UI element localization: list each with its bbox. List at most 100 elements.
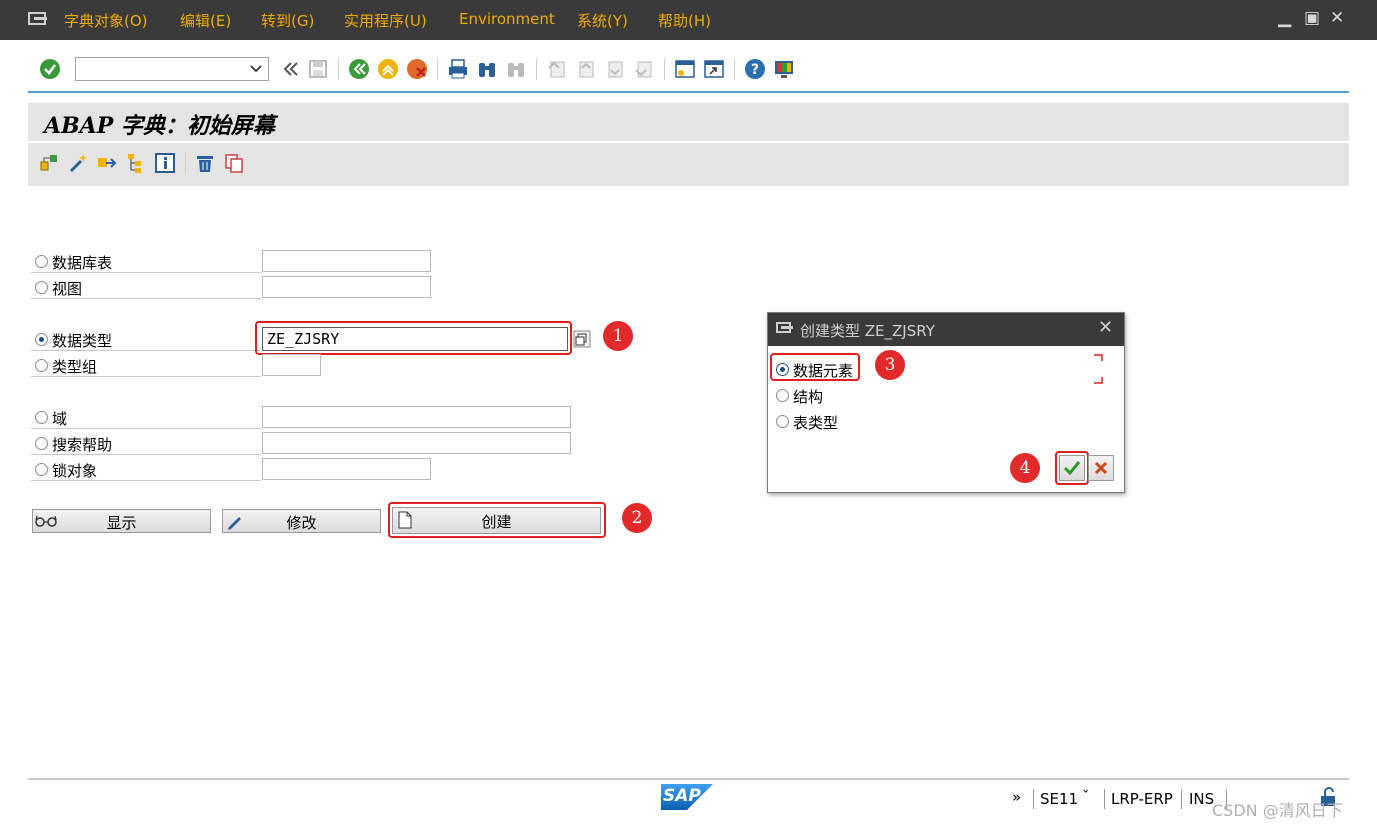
label-database-table: 数据库表 — [52, 254, 113, 272]
button-label: 显示 — [106, 514, 137, 532]
annotation-badge-2: 2 — [622, 503, 652, 533]
menu-help[interactable]: 帮助(H) — [658, 10, 711, 31]
cancel-dialog-button[interactable] — [1088, 455, 1114, 481]
status-divider — [28, 778, 1349, 780]
radio-lock-object[interactable] — [35, 463, 48, 476]
maximize-icon[interactable]: ▣ — [1304, 8, 1320, 28]
menu-edit[interactable]: 编辑(E) — [180, 10, 231, 31]
transaction-code: SE11 — [1040, 790, 1079, 808]
button-label: 修改 — [286, 514, 317, 532]
wizard-icon[interactable] — [67, 152, 89, 174]
toolbar-separator — [536, 58, 537, 80]
radio-type-group[interactable] — [35, 359, 48, 372]
delete-icon[interactable] — [194, 152, 216, 174]
value-help-icon[interactable] — [573, 330, 591, 348]
row-underline — [31, 272, 261, 273]
menu-dictionary-objects[interactable]: 字典对象(O) — [64, 10, 148, 31]
radio-structure[interactable] — [776, 389, 789, 402]
label-search-help: 搜索帮助 — [52, 436, 113, 454]
prev-page-icon[interactable] — [575, 58, 597, 80]
back-icon[interactable] — [348, 58, 370, 80]
close-icon — [1094, 461, 1108, 475]
label-table-type: 表类型 — [793, 414, 839, 432]
toolbar-separator — [185, 152, 186, 174]
radio-table-type[interactable] — [776, 415, 789, 428]
label-type-group: 类型组 — [52, 358, 98, 376]
watermark: CSDN @清风日下 — [1212, 801, 1343, 820]
command-field[interactable] — [75, 57, 269, 81]
label-domain: 域 — [52, 410, 68, 428]
svg-text:?: ? — [751, 62, 759, 78]
first-page-icon[interactable] — [546, 58, 568, 80]
sap-logo: SAP — [661, 784, 713, 810]
radio-view[interactable] — [35, 281, 48, 294]
enter-icon[interactable] — [39, 58, 61, 80]
change-button[interactable]: 修改 — [222, 509, 381, 533]
toolbar-separator — [338, 58, 339, 80]
system-menu-icon[interactable] — [28, 11, 48, 27]
menu-system[interactable]: 系统(Y) — [577, 10, 628, 31]
domain-input[interactable] — [262, 406, 571, 428]
menu-goto[interactable]: 转到(G) — [261, 10, 314, 31]
radio-domain[interactable] — [35, 411, 48, 424]
type-group-input[interactable] — [262, 354, 321, 376]
other-object-icon[interactable] — [38, 152, 60, 174]
shortcut-icon[interactable] — [703, 58, 725, 80]
help-icon[interactable]: ? — [744, 58, 766, 80]
menu-utilities[interactable]: 实用程序(U) — [344, 10, 427, 31]
menu-environment[interactable]: Environment — [459, 10, 555, 28]
chevron-down-icon[interactable] — [250, 65, 262, 73]
toolbar-separator — [734, 58, 735, 80]
label-data-type: 数据类型 — [52, 332, 113, 350]
dialog-close-icon[interactable]: ✕ — [1098, 317, 1113, 338]
save-icon[interactable] — [307, 58, 329, 80]
chevron-down-icon[interactable]: ˇ — [1082, 788, 1090, 806]
minimize-icon[interactable]: ▁ — [1278, 8, 1291, 28]
row-underline — [31, 298, 261, 299]
menu-bar: 字典对象(O) 编辑(E) 转到(G) 实用程序(U) Environment … — [0, 0, 1377, 40]
view-input[interactable] — [262, 276, 431, 298]
copy-icon[interactable] — [223, 152, 245, 174]
status-separator — [1033, 789, 1034, 809]
radio-database-table[interactable] — [35, 255, 48, 268]
row-underline — [31, 480, 261, 481]
frame-bracket — [1094, 354, 1103, 384]
more-status-icon[interactable]: » — [1012, 788, 1021, 806]
layout-icon[interactable] — [773, 58, 795, 80]
find-icon[interactable] — [476, 58, 498, 80]
print-icon[interactable] — [447, 58, 469, 80]
toolbar-separator — [437, 58, 438, 80]
next-page-icon[interactable] — [604, 58, 626, 80]
move-icon[interactable] — [96, 152, 118, 174]
row-underline — [31, 428, 261, 429]
cancel-icon[interactable] — [406, 58, 428, 80]
new-session-icon[interactable] — [674, 58, 696, 80]
label-structure: 结构 — [793, 388, 824, 406]
dialog-title: 创建类型 ZE_ZJSRY — [800, 322, 935, 340]
radio-data-type[interactable] — [35, 333, 48, 346]
highlight-box-3 — [770, 353, 860, 381]
close-window-icon[interactable]: ✕ — [1330, 8, 1344, 28]
radio-search-help[interactable] — [35, 437, 48, 450]
highlight-box-1 — [255, 321, 572, 355]
last-page-icon[interactable] — [633, 58, 655, 80]
insert-mode: INS — [1189, 790, 1215, 808]
row-underline — [31, 376, 261, 377]
lock-object-input[interactable] — [262, 458, 431, 480]
back-double-icon[interactable] — [280, 58, 302, 80]
find-next-icon[interactable] — [505, 58, 527, 80]
search-help-input[interactable] — [262, 432, 571, 454]
toolbar-divider — [28, 91, 1349, 93]
toolbar-separator — [664, 58, 665, 80]
label-lock-object: 锁对象 — [52, 462, 98, 480]
annotation-badge-3: 3 — [875, 350, 905, 380]
status-separator — [1181, 789, 1182, 809]
exit-icon[interactable] — [377, 58, 399, 80]
hierarchy-icon[interactable] — [125, 152, 147, 174]
annotation-badge-4: 4 — [1010, 453, 1040, 483]
annotation-badge-1: 1 — [603, 321, 633, 351]
dialog-menu-icon[interactable] — [776, 321, 794, 335]
database-table-input[interactable] — [262, 250, 431, 272]
info-icon[interactable] — [154, 152, 176, 174]
display-button[interactable]: 显示 — [32, 509, 211, 533]
